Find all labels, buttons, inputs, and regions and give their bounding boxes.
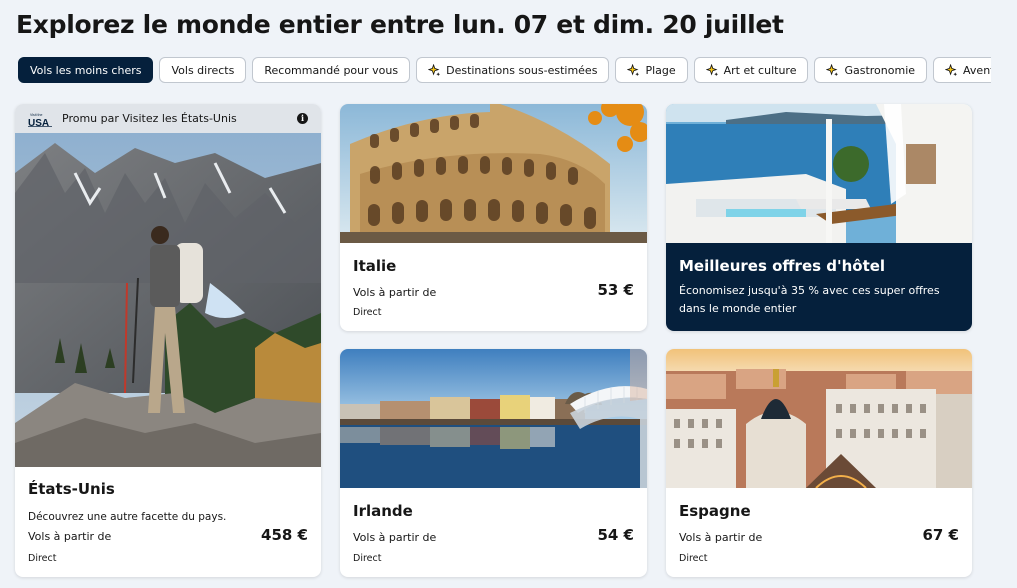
sparkle-icon	[826, 63, 839, 76]
svg-text:Visit the: Visit the	[30, 113, 42, 117]
destination-name: Italie	[353, 257, 397, 275]
destination-card-espagne[interactable]: Espagne Vols à partir de 67 € Direct	[666, 349, 972, 577]
price-from-label: Vols à partir de	[353, 531, 437, 544]
direct-label: Direct	[28, 553, 57, 564]
promo-card-usa[interactable]: Visit the USA Promu par Visitez les États…	[15, 104, 321, 577]
promo-subtitle: Découvrez une autre facette du pays.	[28, 511, 227, 523]
visit-usa-logo: Visit the USA	[28, 111, 56, 129]
filter-gastronomy[interactable]: Gastronomie	[814, 57, 928, 83]
promo-sponsor-text: Promu par Visitez les États-Unis	[62, 112, 237, 125]
filter-beach[interactable]: Plage	[615, 57, 688, 83]
sparkle-icon	[428, 63, 441, 76]
info-icon[interactable]: i	[297, 113, 308, 124]
filter-cheapest-flights[interactable]: Vols les moins chers	[18, 57, 154, 83]
destination-price: 67 €	[922, 526, 959, 544]
hotel-offers-card[interactable]: Meilleures offres d'hôtel Économisez jus…	[666, 104, 972, 331]
sparkle-icon	[705, 63, 718, 76]
price-from-label: Vols à partir de	[28, 530, 112, 543]
page-title: Explorez le monde entier entre lun. 07 e…	[16, 10, 784, 39]
filter-chip-bar: Vols les moins chers Vols directs Recomm…	[18, 57, 991, 83]
filter-label: Recommandé pour vous	[264, 63, 399, 77]
filter-underrated-destinations[interactable]: Destinations sous-estimées	[416, 57, 610, 83]
filter-label: Destinations sous-estimées	[446, 63, 598, 77]
destination-image-espagne	[666, 349, 972, 488]
filter-recommended[interactable]: Recommandé pour vous	[252, 57, 411, 83]
filter-label: Aventures en plein	[963, 63, 991, 77]
destination-card-irlande[interactable]: Irlande Vols à partir de 54 € Direct	[340, 349, 647, 577]
hotel-offers-description: Économisez jusqu'à 35 % avec ces super o…	[679, 284, 940, 315]
destination-image-italie	[340, 104, 647, 243]
price-from-label: Vols à partir de	[679, 531, 763, 544]
filter-outdoor-adventures[interactable]: Aventures en plein	[933, 57, 991, 83]
sparkle-icon	[945, 63, 958, 76]
hotel-offers-title: Meilleures offres d'hôtel	[679, 257, 886, 275]
promo-header: Visit the USA Promu par Visitez les États…	[15, 104, 321, 133]
direct-label: Direct	[679, 553, 708, 564]
filter-label: Vols les moins chers	[30, 63, 142, 77]
destination-image-usa	[15, 133, 321, 467]
filter-art-culture[interactable]: Art et culture	[693, 57, 809, 83]
destination-image-irlande	[340, 349, 647, 488]
destination-name: États-Unis	[28, 480, 115, 498]
destination-name: Irlande	[353, 502, 413, 520]
hotel-info-panel: Meilleures offres d'hôtel Économisez jus…	[666, 243, 972, 331]
filter-label: Plage	[645, 63, 676, 77]
filter-label: Vols directs	[171, 63, 235, 77]
destination-name: Espagne	[679, 502, 751, 520]
filter-direct-flights[interactable]: Vols directs	[159, 57, 247, 83]
hotel-image	[666, 104, 972, 243]
direct-label: Direct	[353, 307, 382, 318]
filter-label: Art et culture	[723, 63, 797, 77]
direct-label: Direct	[353, 553, 382, 564]
price-from-label: Vols à partir de	[353, 286, 437, 299]
filter-label: Gastronomie	[844, 63, 916, 77]
destination-price: 458 €	[261, 526, 308, 544]
destination-price: 53 €	[597, 281, 634, 299]
sparkle-icon	[627, 63, 640, 76]
logo-text: USA	[28, 118, 49, 127]
destination-price: 54 €	[597, 526, 634, 544]
destination-card-italie[interactable]: Italie Vols à partir de 53 € Direct	[340, 104, 647, 331]
